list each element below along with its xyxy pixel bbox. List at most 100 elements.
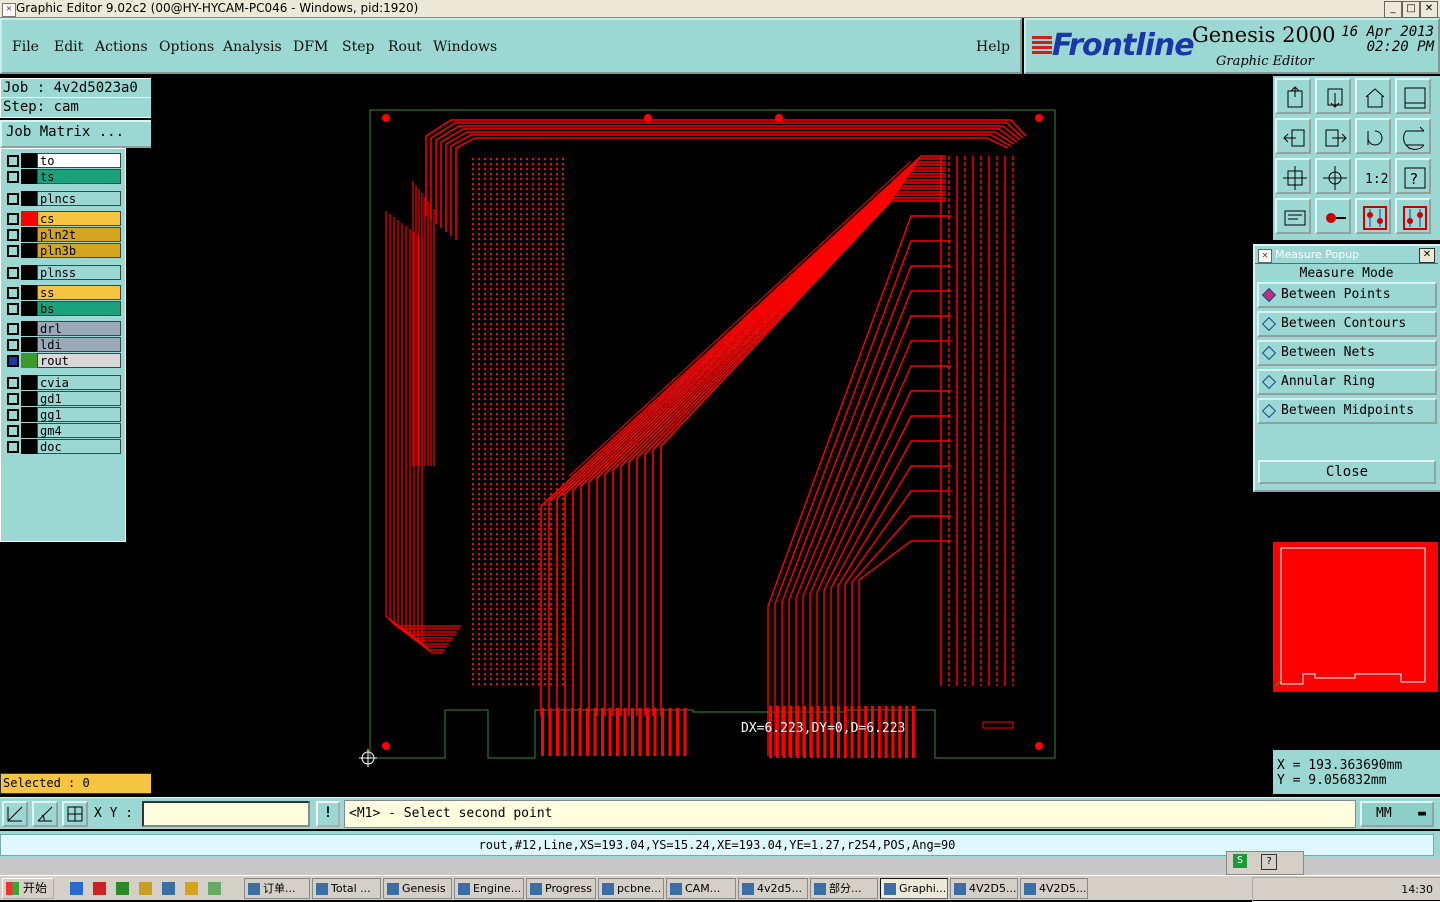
layer-checkbox[interactable] <box>7 193 19 205</box>
layer-checkbox[interactable] <box>7 355 19 367</box>
fit-icon[interactable] <box>1275 158 1311 194</box>
layer-row-cs[interactable]: cs <box>3 211 121 226</box>
quick-launch-icon[interactable] <box>208 882 221 895</box>
measure-mode-between-points[interactable]: Between Points <box>1257 282 1437 308</box>
undo-icon[interactable] <box>1355 118 1391 154</box>
layer-checkbox[interactable] <box>7 393 19 405</box>
taskbar-item[interactable]: CAM... <box>666 878 736 899</box>
close-window-button[interactable]: ✕ <box>1420 1 1438 18</box>
layer-row-ts[interactable]: ts <box>3 169 121 184</box>
quick-launch-icon[interactable] <box>185 882 198 895</box>
layer-checkbox[interactable] <box>7 303 19 315</box>
maximize-button[interactable]: □ <box>1402 1 1420 18</box>
taskbar-item[interactable]: pcbne... <box>598 878 664 899</box>
layer-row-doc[interactable]: doc <box>3 439 121 454</box>
layer-color-swatch[interactable] <box>21 285 37 300</box>
layer-row-bs[interactable]: bs <box>3 301 121 316</box>
ime-toolbar[interactable]: S ? <box>1226 851 1304 875</box>
layer-name[interactable]: gd1 <box>37 391 121 406</box>
ime-icon[interactable]: S <box>1233 854 1247 868</box>
graphic-canvas[interactable]: DX=6.223,DY=0,D=6.223 <box>151 76 1273 796</box>
layer-color-swatch[interactable] <box>21 439 37 454</box>
angle-mode-icon[interactable] <box>32 801 58 827</box>
snap-icon[interactable] <box>1355 198 1391 234</box>
close-button[interactable]: Close <box>1258 460 1436 484</box>
menu-edit[interactable]: Edit <box>54 39 83 55</box>
layer-checkbox[interactable] <box>7 409 19 421</box>
measure-mode-annular-ring[interactable]: Annular Ring <box>1257 369 1437 395</box>
export-icon[interactable] <box>1315 78 1351 114</box>
quick-launch-icon[interactable] <box>139 882 152 895</box>
menu-file[interactable]: File <box>12 39 39 55</box>
layer-checkbox[interactable] <box>7 229 19 241</box>
measure-mode-between-midpoints[interactable]: Between Midpoints <box>1257 398 1437 424</box>
layer-row-gm4[interactable]: gm4 <box>3 423 121 438</box>
center-icon[interactable] <box>1315 158 1351 194</box>
layer-color-swatch[interactable] <box>21 301 37 316</box>
layer-row-to[interactable]: to <box>3 153 121 168</box>
layer-checkbox[interactable] <box>7 339 19 351</box>
taskbar-item[interactable]: Engine... <box>454 878 524 899</box>
layer-checkbox[interactable] <box>7 155 19 167</box>
layer-checkbox[interactable] <box>7 425 19 437</box>
measure-icon[interactable] <box>1275 198 1311 234</box>
layer-name[interactable]: gg1 <box>37 407 121 422</box>
radio-diamond-icon[interactable] <box>1261 316 1277 332</box>
help-icon[interactable]: ? <box>1395 158 1431 194</box>
taskbar-item[interactable]: 4v2d5... <box>738 878 808 899</box>
layer-row-ss[interactable]: ss <box>3 285 121 300</box>
taskbar-item[interactable]: Graphi... <box>880 878 948 899</box>
layer-color-swatch[interactable] <box>21 191 37 206</box>
layer-row-drl[interactable]: drl <box>3 321 121 336</box>
layer-name[interactable]: ldi <box>37 337 121 352</box>
quick-launch-icon[interactable] <box>162 882 175 895</box>
units-select[interactable]: MM ▬ <box>1360 801 1434 827</box>
start-button[interactable]: 开始 <box>2 878 54 899</box>
next-icon[interactable] <box>1315 118 1351 154</box>
prev-icon[interactable] <box>1275 118 1311 154</box>
layer-color-swatch[interactable] <box>21 153 37 168</box>
layer-row-gg1[interactable]: gg1 <box>3 407 121 422</box>
layer-name[interactable]: rout <box>37 353 121 368</box>
layer-row-gd1[interactable]: gd1 <box>3 391 121 406</box>
layer-name[interactable]: pln2t <box>37 227 121 242</box>
measure-mode-between-contours[interactable]: Between Contours <box>1257 311 1437 337</box>
measure-mode-between-nets[interactable]: Between Nets <box>1257 340 1437 366</box>
minimize-button[interactable]: _ <box>1384 1 1402 18</box>
taskbar-item[interactable]: Total ... <box>312 878 381 899</box>
layer-checkbox[interactable] <box>7 323 19 335</box>
radio-diamond-icon[interactable] <box>1261 403 1277 419</box>
layer-row-ldi[interactable]: ldi <box>3 337 121 352</box>
taskbar-item[interactable]: Genesis <box>383 878 452 899</box>
layer-name[interactable]: plnss <box>37 265 121 280</box>
radio-diamond-icon[interactable] <box>1261 374 1277 390</box>
layer-color-swatch[interactable] <box>21 265 37 280</box>
layer-color-swatch[interactable] <box>21 227 37 242</box>
layer-row-pln2t[interactable]: pln2t <box>3 227 121 242</box>
grid-mode-icon[interactable] <box>62 801 88 827</box>
key-icon[interactable] <box>1315 198 1351 234</box>
layer-color-swatch[interactable] <box>21 375 37 390</box>
layer-name[interactable]: cvia <box>37 375 121 390</box>
quick-launch-icon[interactable] <box>70 882 83 895</box>
redo-icon[interactable] <box>1395 118 1431 154</box>
layer-name[interactable]: bs <box>37 301 121 316</box>
taskbar-item[interactable]: 4V2D5... <box>1020 878 1088 899</box>
layer-checkbox[interactable] <box>7 287 19 299</box>
radio-diamond-icon[interactable] <box>1261 287 1277 303</box>
layout-icon[interactable] <box>1395 78 1431 114</box>
popup-close-icon[interactable]: ✕ <box>1419 248 1435 263</box>
taskbar-item[interactable]: 4V2D5... <box>950 878 1018 899</box>
layer-color-swatch[interactable] <box>21 423 37 438</box>
radio-diamond-icon[interactable] <box>1261 345 1277 361</box>
xy-input[interactable] <box>142 801 310 827</box>
layer-row-plnss[interactable]: plnss <box>3 265 121 280</box>
layer-checkbox[interactable] <box>7 213 19 225</box>
quick-launch-icon[interactable] <box>93 882 106 895</box>
layer-color-swatch[interactable] <box>21 353 37 368</box>
layer-name[interactable]: to <box>37 153 121 168</box>
layer-row-rout[interactable]: rout <box>3 353 121 368</box>
quick-launch-icon[interactable] <box>116 882 129 895</box>
taskbar-item[interactable]: 订单... <box>244 878 310 899</box>
layer-color-swatch[interactable] <box>21 337 37 352</box>
